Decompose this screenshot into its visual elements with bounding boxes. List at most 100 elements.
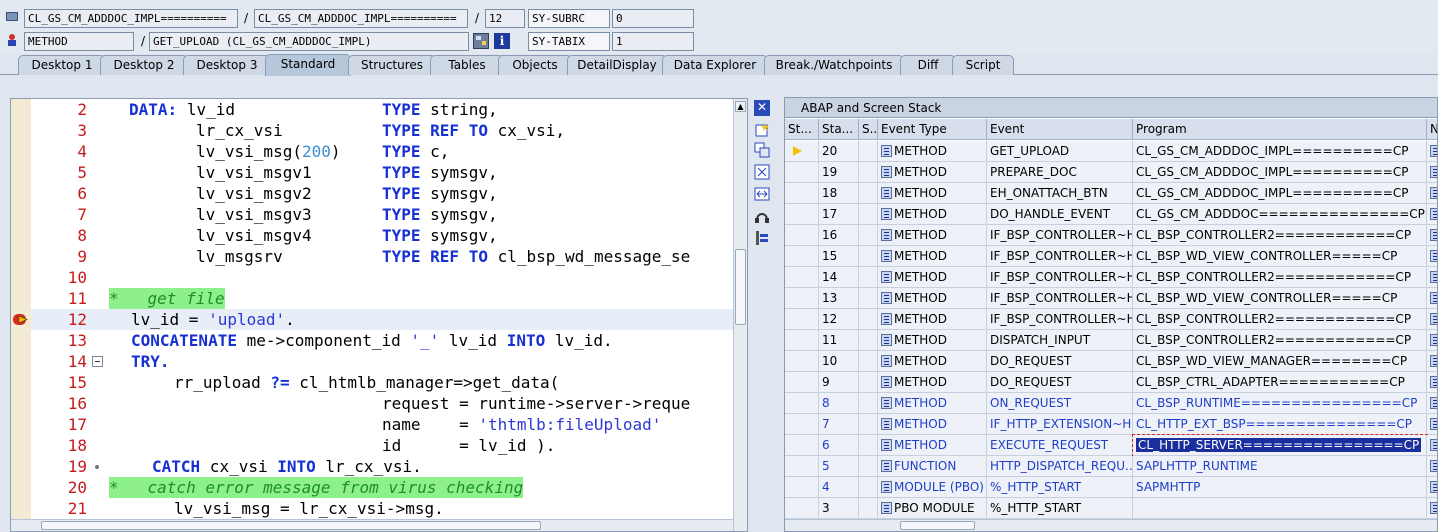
stack-row[interactable]: 7 METHOD IF_HTTP_EXTENSION~H... CL_HTTP_EXT… [785, 414, 1437, 435]
stack-row[interactable]: 19 METHOD PREPARE_DOC CL_GS_CM_ADDDOC_IMPL=… [785, 162, 1437, 183]
column-header-stack-level[interactable]: Sta... [819, 119, 859, 140]
stack-program-cell[interactable]: CL_BSP_WD_VIEW_MANAGER========CP [1133, 351, 1427, 372]
source-code-editor[interactable]: 2 DATA: lv_id TYPE string, 3 lr_cx_vsi TYPE … [10, 98, 748, 532]
tool-settings-icon[interactable] [754, 230, 770, 246]
main-program-field[interactable]: CL_GS_CM_ADDDOC_IMPL========== [24, 9, 238, 28]
event-name-field[interactable]: GET_UPLOAD (CL_GS_CM_ADDDOC_IMPL) [149, 32, 469, 51]
breakpoint-gutter[interactable] [11, 267, 31, 288]
stack-row[interactable]: 9 METHOD DO_REQUEST CL_BSP_CTRL_ADAPTER====… [785, 372, 1437, 393]
stack-row[interactable]: 8 METHOD ON_REQUEST CL_BSP_RUNTIME=========… [785, 393, 1437, 414]
breakpoint-gutter[interactable] [11, 288, 31, 309]
replace-tool-icon[interactable] [754, 142, 770, 158]
tab-diff[interactable]: Diff [900, 55, 956, 75]
swap-icon[interactable] [754, 186, 770, 202]
stack-row[interactable]: 6 METHOD EXECUTE_REQUEST CL_HTTP_SERVER====… [785, 434, 1437, 457]
breakpoint-gutter[interactable] [11, 435, 31, 456]
stack-row[interactable]: 16 METHOD IF_BSP_CONTROLLER~H... CL_BSP_CON… [785, 225, 1437, 246]
breakpoint-gutter[interactable] [11, 351, 31, 372]
info-icon[interactable]: i [494, 33, 510, 49]
new-tool-icon[interactable] [754, 122, 770, 138]
tab-detail-display[interactable]: DetailDisplay [567, 55, 667, 75]
editor-horizontal-scrollbar[interactable] [11, 519, 733, 531]
column-header-status[interactable]: St... [785, 119, 819, 140]
event-type-field[interactable]: METHOD [24, 32, 134, 51]
stack-program-cell[interactable]: CL_GS_CM_ADDDOC_IMPL==========CP [1133, 183, 1427, 204]
breakpoint-gutter[interactable] [11, 162, 31, 183]
column-header-program[interactable]: Program [1133, 119, 1427, 140]
stack-row[interactable]: 14 METHOD IF_BSP_CONTROLLER~H... CL_BSP_CON… [785, 267, 1437, 288]
tab-desktop-1[interactable]: Desktop 1 [18, 55, 106, 75]
stack-program-cell[interactable]: CL_BSP_CONTROLLER2============CP [1133, 330, 1427, 351]
tab-data-explorer[interactable]: Data Explorer [662, 55, 768, 75]
stack-program-cell[interactable]: CL_BSP_CONTROLLER2============CP [1133, 267, 1427, 288]
scroll-thumb[interactable] [900, 521, 975, 530]
tab-tables[interactable]: Tables [430, 55, 504, 75]
stack-program-cell[interactable]: CL_GS_CM_ADDDOC_IMPL==========CP [1133, 141, 1427, 162]
include-program-field[interactable]: CL_GS_CM_ADDDOC_IMPL========== [254, 9, 468, 28]
scroll-thumb[interactable] [735, 249, 746, 325]
scroll-thumb[interactable] [41, 521, 541, 530]
breakpoint-gutter[interactable] [11, 99, 31, 120]
breakpoint-gutter[interactable] [11, 414, 31, 435]
services-icon[interactable] [754, 208, 770, 224]
stack-program-cell[interactable] [1133, 498, 1427, 519]
stack-row[interactable]: 5 FUNCTION HTTP_DISPATCH_REQU... SAPLHTTP_R… [785, 456, 1437, 477]
stack-program-cell[interactable]: CL_GS_CM_ADDDOC_IMPL==========CP [1133, 162, 1427, 183]
stack-row[interactable]: 11 METHOD DISPATCH_INPUT CL_BSP_CONTROLLER2… [785, 330, 1437, 351]
stack-row[interactable]: 3 PBO MODULE %_HTTP_START [785, 498, 1437, 519]
stack-program-cell[interactable]: CL_BSP_CONTROLLER2============CP [1133, 309, 1427, 330]
breakpoint-gutter[interactable] [11, 246, 31, 267]
stack-row[interactable]: 4 MODULE (PBO) %_HTTP_START SAPMHTTP [785, 477, 1437, 498]
column-header-event-type[interactable]: Event Type [878, 119, 987, 140]
stack-row[interactable]: 15 METHOD IF_BSP_CONTROLLER~H... CL_BSP_WD_… [785, 246, 1437, 267]
maximize-icon[interactable] [754, 164, 770, 180]
scroll-up-arrow-icon[interactable]: ▲ [735, 101, 746, 112]
sy-subrc-label-field[interactable]: SY-SUBRC [528, 9, 610, 28]
stack-row[interactable]: 17 METHOD DO_HANDLE_EVENT CL_GS_CM_ADDDOC==… [785, 204, 1437, 225]
stack-row[interactable]: 20 METHOD GET_UPLOAD CL_GS_CM_ADDDOC_IMPL==… [785, 141, 1437, 162]
stack-program-cell[interactable]: SAPMHTTP [1133, 477, 1427, 498]
stack-program-cell[interactable]: CL_HTTP_SERVER================CP [1132, 434, 1428, 457]
breakpoint-gutter[interactable] [11, 204, 31, 225]
tab-desktop-3[interactable]: Desktop 3 [183, 55, 271, 75]
tab-standard[interactable]: Standard [265, 54, 351, 76]
column-header-name[interactable]: Na [1427, 119, 1437, 140]
tab-desktop-2[interactable]: Desktop 2 [100, 55, 188, 75]
breakpoint-gutter[interactable] [11, 141, 31, 162]
breakpoint-gutter[interactable] [11, 498, 31, 519]
stack-program-cell[interactable]: SAPLHTTP_RUNTIME [1133, 456, 1427, 477]
stack-row[interactable]: 13 METHOD IF_BSP_CONTROLLER~H... CL_BSP_WD_… [785, 288, 1437, 309]
tab-break-watchpoints[interactable]: Break./Watchpoints [764, 55, 904, 75]
breakpoint-gutter[interactable] [11, 225, 31, 246]
sy-subrc-value-field[interactable]: 0 [612, 9, 694, 28]
tab-objects[interactable]: Objects [498, 55, 572, 75]
breakpoint-gutter[interactable] [11, 120, 31, 141]
tab-script[interactable]: Script [952, 55, 1014, 75]
stack-program-cell[interactable]: CL_BSP_WD_VIEW_CONTROLLER=====CP [1133, 246, 1427, 267]
stack-program-cell[interactable]: CL_BSP_WD_VIEW_CONTROLLER=====CP [1133, 288, 1427, 309]
breakpoint-gutter[interactable] [11, 393, 31, 414]
sy-tabix-label-field[interactable]: SY-TABIX [528, 32, 610, 51]
close-icon[interactable]: ✕ [754, 100, 770, 116]
editor-vertical-scrollbar[interactable]: ▲ [733, 99, 747, 531]
stack-program-cell[interactable]: CL_BSP_CONTROLLER2============CP [1133, 225, 1427, 246]
stack-row[interactable]: 12 METHOD IF_BSP_CONTROLLER~H... CL_BSP_CON… [785, 309, 1437, 330]
breakpoint-gutter[interactable] [11, 456, 31, 477]
breakpoint-gutter[interactable] [11, 183, 31, 204]
collapse-block-icon[interactable] [92, 356, 103, 367]
stack-program-cell[interactable]: CL_HTTP_EXT_BSP===============CP [1133, 414, 1427, 435]
stack-row[interactable]: 10 METHOD DO_REQUEST CL_BSP_WD_VIEW_MANAGER… [785, 351, 1437, 372]
stack-row[interactable]: 18 METHOD EH_ONATTACH_BTN CL_GS_CM_ADDDOC_I… [785, 183, 1437, 204]
column-header-event[interactable]: Event [987, 119, 1133, 140]
stack-program-cell[interactable]: CL_BSP_RUNTIME================CP [1133, 393, 1427, 414]
breakpoint-icon[interactable] [13, 313, 29, 326]
tab-structures[interactable]: Structures [348, 55, 436, 75]
display-source-icon[interactable] [473, 33, 489, 49]
breakpoint-gutter[interactable] [11, 330, 31, 351]
sy-tabix-value-field[interactable]: 1 [612, 32, 694, 51]
breakpoint-gutter[interactable] [11, 372, 31, 393]
column-header-source[interactable]: S... [859, 119, 878, 140]
line-number-field[interactable]: 12 [485, 9, 525, 28]
stack-program-cell[interactable]: CL_BSP_CTRL_ADAPTER===========CP [1133, 372, 1427, 393]
stack-horizontal-scrollbar[interactable] [785, 519, 1437, 531]
